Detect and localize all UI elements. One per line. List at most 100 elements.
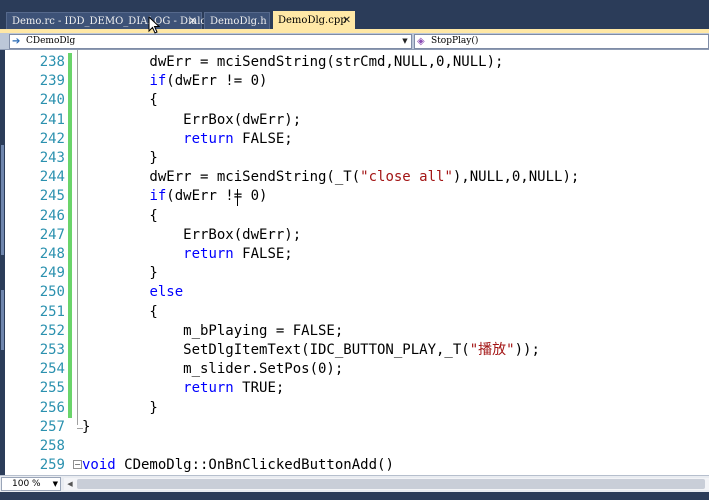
keyword-token: return: [183, 380, 234, 397]
code-line[interactable]: 257}: [5, 418, 709, 437]
code-text: return FALSE;: [82, 245, 293, 264]
frame-marker: [1, 145, 4, 255]
line-number: 239: [39, 73, 65, 90]
code-line[interactable]: 243 }: [5, 149, 709, 169]
code-line[interactable]: 252 m_bPlaying = FALSE;: [5, 321, 709, 341]
tab-demodlg-h[interactable]: DemoDlg.h: [204, 12, 270, 29]
code-line[interactable]: 254 m_slider.SetPos(0);: [5, 360, 709, 380]
line-number: 251: [39, 303, 65, 320]
zoom-dropdown[interactable]: 100 % ▼: [1, 477, 61, 491]
tab-label: DemoDlg.h: [210, 16, 267, 27]
code-token: }: [82, 399, 158, 416]
code-token: dwErr = mciSendString(_T(: [82, 169, 361, 186]
frame-marker: [1, 290, 4, 350]
code-text: return FALSE;: [82, 130, 293, 149]
code-token: {: [82, 303, 158, 320]
keyword-token: return: [183, 246, 234, 262]
changed-line-marker: [68, 302, 72, 322]
string-token: "播放": [469, 342, 515, 358]
code-line[interactable]: 253 SetDlgItemText(IDC_BUTTON_PLAY,_T("播…: [5, 341, 709, 361]
code-line[interactable]: 246 {: [5, 206, 709, 226]
code-line[interactable]: 256 }: [5, 398, 709, 418]
chevron-down-icon[interactable]: ▼: [53, 478, 58, 490]
tab-demodlg-cpp[interactable]: DemoDlg.cpp ✕: [273, 11, 355, 31]
code-line[interactable]: 249 }: [5, 264, 709, 284]
line-number: 240: [39, 92, 65, 109]
line-number: 238: [39, 54, 65, 70]
code-line[interactable]: 239 if(dwErr != 0): [5, 72, 709, 92]
code-line[interactable]: 238 dwErr = mciSendString(strCmd,NULL,0,…: [5, 53, 709, 73]
scrollbar-thumb[interactable]: [77, 479, 705, 489]
changed-line-marker: [68, 264, 72, 284]
class-icon: ➔: [12, 36, 21, 47]
code-text: {: [82, 303, 158, 322]
changed-line-marker: [68, 341, 72, 361]
code-line[interactable]: 250 else: [5, 283, 709, 303]
code-line[interactable]: 255 return TRUE;: [5, 379, 709, 399]
code-line[interactable]: 258: [5, 437, 709, 456]
code-token: ErrBox(dwErr);: [82, 111, 302, 128]
code-token: m_bPlaying = FALSE;: [82, 322, 344, 339]
keyword-token: void: [82, 457, 116, 474]
navigation-bar: ➔ CDemoDlg ▼ ◈ StopPlay(): [0, 33, 709, 50]
changed-line-marker: [68, 72, 72, 92]
code-token: }: [82, 418, 91, 435]
scroll-left-icon[interactable]: ◀: [64, 478, 76, 490]
tab-label: DemoDlg.cpp: [278, 15, 347, 26]
code-text: else: [82, 283, 183, 302]
code-line[interactable]: 245 if(dwErr != 0): [5, 187, 709, 207]
code-text: if(dwErr != 0): [82, 72, 267, 91]
line-number: 246: [39, 207, 65, 224]
keyword-token: else: [149, 284, 184, 301]
line-number: 256: [39, 399, 65, 416]
member-dropdown[interactable]: ◈ StopPlay(): [414, 34, 709, 49]
code-token: ErrBox(dwErr);: [82, 226, 302, 243]
code-line[interactable]: 244 dwErr = mciSendString(_T("close all"…: [5, 168, 709, 188]
code-line[interactable]: 242 return FALSE;: [5, 129, 709, 149]
code-text: }: [82, 418, 90, 437]
text-caret: [237, 189, 238, 206]
horizontal-scrollbar[interactable]: ◀: [64, 478, 709, 490]
line-number: 253: [39, 342, 65, 358]
code-line[interactable]: 241 ErrBox(dwErr);: [5, 110, 709, 130]
line-number: 243: [39, 150, 65, 166]
code-text: }: [82, 264, 158, 283]
code-token: {: [82, 207, 158, 224]
zoom-value: 100 %: [12, 479, 41, 489]
code-line[interactable]: 251 {: [5, 302, 709, 322]
code-line[interactable]: 247 ErrBox(dwErr);: [5, 225, 709, 245]
code-text: ErrBox(dwErr);: [82, 111, 301, 130]
line-number: 245: [39, 188, 65, 205]
changed-line-marker: [68, 129, 72, 149]
keyword-token: return: [183, 130, 234, 147]
chevron-down-icon[interactable]: ▼: [400, 35, 410, 48]
close-icon[interactable]: ✕: [343, 11, 351, 30]
code-text: }: [82, 149, 157, 168]
class-dropdown-value: CDemoDlg: [26, 36, 76, 46]
code-line[interactable]: 248 return FALSE;: [5, 245, 709, 265]
code-token: ));: [514, 342, 540, 358]
line-number: 257: [39, 418, 65, 435]
line-number: 255: [39, 380, 65, 397]
changed-line-marker: [68, 321, 72, 341]
changed-line-marker: [68, 53, 72, 73]
code-line[interactable]: 240 {: [5, 91, 709, 111]
changed-line-marker: [68, 91, 72, 111]
code-token: m_slider.SetPos(0);: [82, 361, 344, 378]
tab-demo-rc[interactable]: Demo.rc - IDD_DEMO_DIALOG - Dialog ✕: [6, 12, 213, 30]
class-dropdown[interactable]: ➔ CDemoDlg ▼: [9, 34, 412, 49]
keyword-token: if: [149, 188, 167, 205]
code-text: {: [82, 91, 157, 110]
code-line[interactable]: 259 void CDemoDlg::OnBnClickedButtonAdd(): [5, 456, 709, 475]
code-text: return TRUE;: [82, 379, 284, 398]
code-editor[interactable]: − 238 dwErr = mciSendString(strCmd,NULL,…: [5, 50, 709, 475]
code-token: TRUE;: [233, 380, 285, 397]
code-token: }: [82, 265, 158, 282]
editor-bottom-bar: 100 % ▼ ◀: [0, 475, 709, 492]
close-icon[interactable]: ✕: [189, 13, 197, 30]
string-token: "close all": [360, 169, 453, 186]
